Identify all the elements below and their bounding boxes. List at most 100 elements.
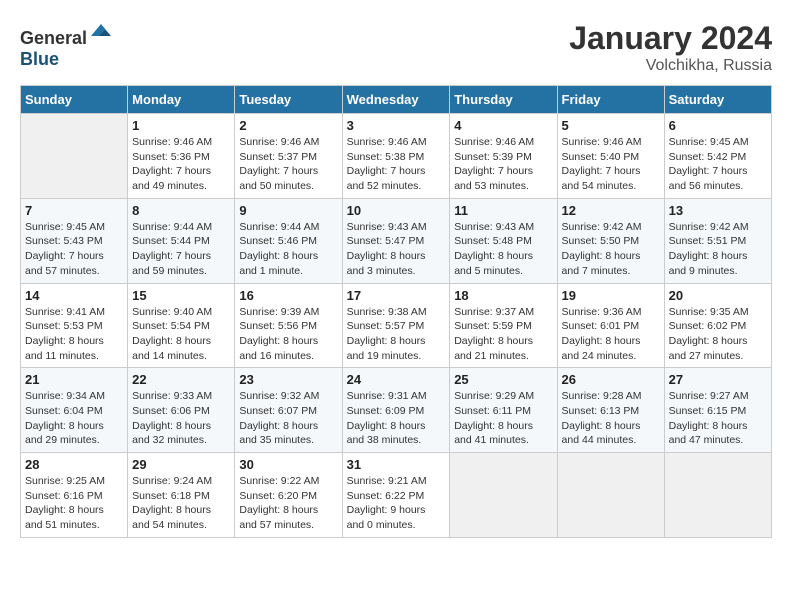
calendar-cell: 16 Sunrise: 9:39 AMSunset: 5:56 PMDayligh…	[235, 283, 342, 368]
day-info: Sunrise: 9:45 AMSunset: 5:43 PMDaylight:…	[25, 220, 123, 279]
calendar-cell: 25 Sunrise: 9:29 AMSunset: 6:11 PMDayligh…	[450, 368, 557, 453]
calendar-cell: 1Sunrise: 9:46 AMSunset: 5:36 PMDaylight…	[128, 114, 235, 199]
logo-general-text: General	[20, 28, 87, 48]
calendar-cell: 2 Sunrise: 9:46 AMSunset: 5:37 PMDaylight…	[235, 114, 342, 199]
week-row-2: 7 Sunrise: 9:45 AMSunset: 5:43 PMDaylight…	[21, 198, 772, 283]
day-number: 27	[669, 372, 767, 387]
weekday-header-monday: Monday	[128, 86, 235, 114]
calendar-cell: 31 Sunrise: 9:21 AMSunset: 6:22 PMDayligh…	[342, 453, 450, 538]
day-number: 26	[562, 372, 660, 387]
day-info: Sunrise: 9:36 AMSunset: 6:01 PMDaylight:…	[562, 305, 660, 364]
weekday-header-friday: Friday	[557, 86, 664, 114]
day-number: 10	[347, 203, 446, 218]
calendar-cell: 9 Sunrise: 9:44 AMSunset: 5:46 PMDaylight…	[235, 198, 342, 283]
week-row-3: 14 Sunrise: 9:41 AMSunset: 5:53 PMDayligh…	[21, 283, 772, 368]
day-info: Sunrise: 9:38 AMSunset: 5:57 PMDaylight:…	[347, 305, 446, 364]
calendar-cell: 19 Sunrise: 9:36 AMSunset: 6:01 PMDayligh…	[557, 283, 664, 368]
day-info: Sunrise: 9:21 AMSunset: 6:22 PMDaylight:…	[347, 474, 446, 533]
day-info: Sunrise: 9:39 AMSunset: 5:56 PMDaylight:…	[239, 305, 337, 364]
calendar-cell: 8 Sunrise: 9:44 AMSunset: 5:44 PMDaylight…	[128, 198, 235, 283]
day-info: Sunrise: 9:40 AMSunset: 5:54 PMDaylight:…	[132, 305, 230, 364]
day-number: 3	[347, 118, 446, 133]
day-info: Sunrise: 9:46 AMSunset: 5:40 PMDaylight:…	[562, 135, 660, 194]
day-info: Sunrise: 9:44 AMSunset: 5:44 PMDaylight:…	[132, 220, 230, 279]
day-number: 13	[669, 203, 767, 218]
day-number: 16	[239, 288, 337, 303]
calendar-cell: 4Sunrise: 9:46 AMSunset: 5:39 PMDaylight…	[450, 114, 557, 199]
weekday-header-saturday: Saturday	[664, 86, 771, 114]
weekday-header-wednesday: Wednesday	[342, 86, 450, 114]
day-number: 30	[239, 457, 337, 472]
day-info: Sunrise: 9:42 AMSunset: 5:51 PMDaylight:…	[669, 220, 767, 279]
weekday-header-tuesday: Tuesday	[235, 86, 342, 114]
day-info: Sunrise: 9:41 AMSunset: 5:53 PMDaylight:…	[25, 305, 123, 364]
day-number: 14	[25, 288, 123, 303]
calendar-cell: 21 Sunrise: 9:34 AMSunset: 6:04 PMDayligh…	[21, 368, 128, 453]
day-info: Sunrise: 9:33 AMSunset: 6:06 PMDaylight:…	[132, 389, 230, 448]
day-info: Sunrise: 9:46 AMSunset: 5:37 PMDaylight:…	[239, 135, 337, 194]
title-block: January 2024 Volchikha, Russia	[569, 20, 772, 75]
day-info: Sunrise: 9:46 AMSunset: 5:36 PMDaylight:…	[132, 135, 230, 194]
day-number: 9	[239, 203, 337, 218]
calendar-cell	[557, 453, 664, 538]
calendar-cell: 22 Sunrise: 9:33 AMSunset: 6:06 PMDayligh…	[128, 368, 235, 453]
day-number: 8	[132, 203, 230, 218]
calendar-cell: 28 Sunrise: 9:25 AMSunset: 6:16 PMDayligh…	[21, 453, 128, 538]
logo-icon	[89, 20, 113, 44]
day-number: 5	[562, 118, 660, 133]
day-number: 19	[562, 288, 660, 303]
day-number: 22	[132, 372, 230, 387]
day-number: 21	[25, 372, 123, 387]
day-number: 11	[454, 203, 552, 218]
day-number: 25	[454, 372, 552, 387]
day-info: Sunrise: 9:44 AMSunset: 5:46 PMDaylight:…	[239, 220, 337, 279]
calendar-table: SundayMondayTuesdayWednesdayThursdayFrid…	[20, 85, 772, 538]
calendar-cell: 26Sunrise: 9:28 AMSunset: 6:13 PMDayligh…	[557, 368, 664, 453]
calendar-cell: 12Sunrise: 9:42 AMSunset: 5:50 PMDayligh…	[557, 198, 664, 283]
day-info: Sunrise: 9:24 AMSunset: 6:18 PMDaylight:…	[132, 474, 230, 533]
day-info: Sunrise: 9:37 AMSunset: 5:59 PMDaylight:…	[454, 305, 552, 364]
day-info: Sunrise: 9:34 AMSunset: 6:04 PMDaylight:…	[25, 389, 123, 448]
day-number: 18	[454, 288, 552, 303]
calendar-cell: 23 Sunrise: 9:32 AMSunset: 6:07 PMDayligh…	[235, 368, 342, 453]
location-title: Volchikha, Russia	[569, 57, 772, 75]
day-info: Sunrise: 9:31 AMSunset: 6:09 PMDaylight:…	[347, 389, 446, 448]
week-row-4: 21 Sunrise: 9:34 AMSunset: 6:04 PMDayligh…	[21, 368, 772, 453]
calendar-cell: 14 Sunrise: 9:41 AMSunset: 5:53 PMDayligh…	[21, 283, 128, 368]
calendar-cell: 29Sunrise: 9:24 AMSunset: 6:18 PMDayligh…	[128, 453, 235, 538]
day-info: Sunrise: 9:46 AMSunset: 5:38 PMDaylight:…	[347, 135, 446, 194]
calendar-cell: 20 Sunrise: 9:35 AMSunset: 6:02 PMDayligh…	[664, 283, 771, 368]
calendar-cell: 11 Sunrise: 9:43 AMSunset: 5:48 PMDayligh…	[450, 198, 557, 283]
logo: General Blue	[20, 20, 113, 70]
day-number: 2	[239, 118, 337, 133]
day-number: 24	[347, 372, 446, 387]
day-info: Sunrise: 9:46 AMSunset: 5:39 PMDaylight:…	[454, 135, 552, 194]
day-info: Sunrise: 9:35 AMSunset: 6:02 PMDaylight:…	[669, 305, 767, 364]
day-info: Sunrise: 9:43 AMSunset: 5:47 PMDaylight:…	[347, 220, 446, 279]
day-info: Sunrise: 9:29 AMSunset: 6:11 PMDaylight:…	[454, 389, 552, 448]
day-info: Sunrise: 9:45 AMSunset: 5:42 PMDaylight:…	[669, 135, 767, 194]
day-info: Sunrise: 9:22 AMSunset: 6:20 PMDaylight:…	[239, 474, 337, 533]
calendar-cell: 27 Sunrise: 9:27 AMSunset: 6:15 PMDayligh…	[664, 368, 771, 453]
month-title: January 2024	[569, 20, 772, 57]
day-number: 31	[347, 457, 446, 472]
day-number: 7	[25, 203, 123, 218]
calendar-cell: 18 Sunrise: 9:37 AMSunset: 5:59 PMDayligh…	[450, 283, 557, 368]
calendar-cell: 17Sunrise: 9:38 AMSunset: 5:57 PMDayligh…	[342, 283, 450, 368]
day-info: Sunrise: 9:42 AMSunset: 5:50 PMDaylight:…	[562, 220, 660, 279]
day-number: 15	[132, 288, 230, 303]
calendar-cell	[664, 453, 771, 538]
day-info: Sunrise: 9:25 AMSunset: 6:16 PMDaylight:…	[25, 474, 123, 533]
page-header: General Blue January 2024 Volchikha, Rus…	[20, 20, 772, 75]
day-info: Sunrise: 9:43 AMSunset: 5:48 PMDaylight:…	[454, 220, 552, 279]
week-row-5: 28 Sunrise: 9:25 AMSunset: 6:16 PMDayligh…	[21, 453, 772, 538]
day-number: 20	[669, 288, 767, 303]
calendar-cell: 24 Sunrise: 9:31 AMSunset: 6:09 PMDayligh…	[342, 368, 450, 453]
day-info: Sunrise: 9:32 AMSunset: 6:07 PMDaylight:…	[239, 389, 337, 448]
day-number: 28	[25, 457, 123, 472]
calendar-cell: 7 Sunrise: 9:45 AMSunset: 5:43 PMDaylight…	[21, 198, 128, 283]
day-number: 23	[239, 372, 337, 387]
weekday-header-row: SundayMondayTuesdayWednesdayThursdayFrid…	[21, 86, 772, 114]
logo-blue-text: Blue	[20, 49, 59, 69]
day-info: Sunrise: 9:27 AMSunset: 6:15 PMDaylight:…	[669, 389, 767, 448]
